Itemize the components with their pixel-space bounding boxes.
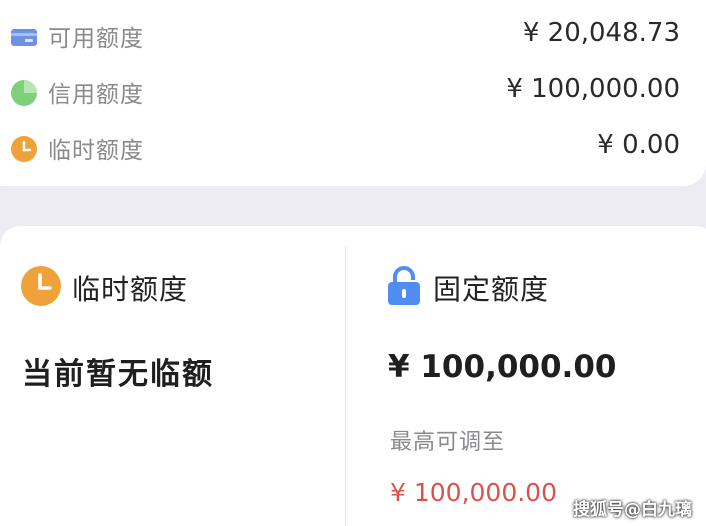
lock-icon [388,266,420,305]
available-limit-label: 可用额度 [48,26,144,52]
temporary-limit-row[interactable]: 临时额度 ¥ 0.00 [0,126,706,170]
temporary-panel-title: 临时额度 [72,273,189,306]
available-limit-row[interactable]: 可用额度 ¥ 20,048.73 [0,14,706,58]
credit-limit-value: ¥ 100,000.00 [506,74,680,104]
clock-icon [21,266,61,306]
credit-limit-label: 信用额度 [48,82,144,108]
fixed-limit-value: ¥ 100,000.00 [388,349,617,385]
max-adjustable-label: 最高可调至 [390,430,506,455]
fixed-panel-title: 固定额度 [433,273,550,306]
credit-limit-row[interactable]: 信用额度 ¥ 100,000.00 [0,70,706,114]
temporary-limit-label: 临时额度 [48,138,144,164]
card-icon [11,29,37,46]
screen: 可用额度 ¥ 20,048.73 信用额度 ¥ 100,000.00 临时额度 … [0,0,706,526]
clock-icon [11,136,37,162]
temporary-limit-value: ¥ 0.00 [597,130,680,160]
available-limit-value: ¥ 20,048.73 [522,18,680,48]
watermark: 搜狐号@白九璃 [573,500,692,520]
pie-icon [11,80,37,106]
panel-divider [345,246,346,526]
max-adjustable-value: ¥ 100,000.00 [390,478,557,507]
temporary-status-text: 当前暂无临额 [22,357,214,392]
